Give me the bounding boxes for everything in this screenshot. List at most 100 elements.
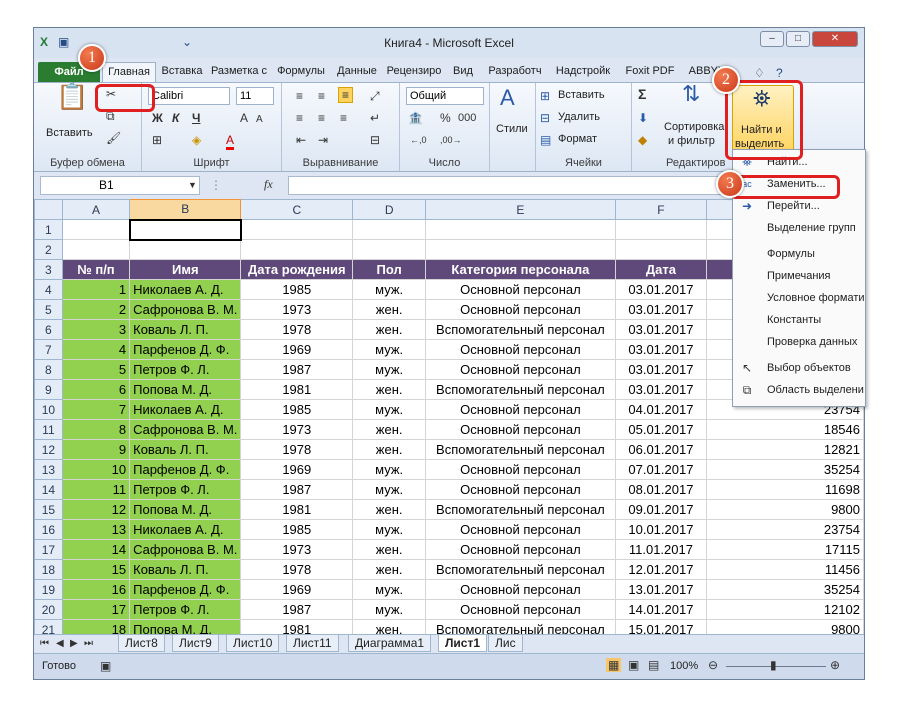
first-sheet-icon[interactable]: ⏮ xyxy=(40,637,49,651)
normal-view-icon[interactable]: ▦ xyxy=(606,658,622,672)
cell[interactable]: 16 xyxy=(61,579,131,600)
paste-icon[interactable]: 📋 xyxy=(56,83,88,109)
cell[interactable]: Основной персонал xyxy=(425,299,616,320)
cell[interactable]: Вспомогательный персонал xyxy=(425,319,616,340)
sheet-tab[interactable]: Лист9 xyxy=(172,635,219,652)
cell[interactable]: 13 xyxy=(61,519,131,540)
cell[interactable]: Коваль Л. П. xyxy=(129,559,242,580)
cell[interactable] xyxy=(425,239,616,260)
cell[interactable] xyxy=(425,219,616,240)
maximize-button[interactable]: □ xyxy=(786,31,810,47)
cell[interactable]: 35254 xyxy=(706,459,864,480)
column-header-e[interactable]: E xyxy=(425,199,616,220)
sheet-tab-active[interactable]: Лист1 xyxy=(438,635,488,652)
table-header-cell[interactable]: Категория персонала xyxy=(425,259,616,280)
tab-insert[interactable]: Вставка xyxy=(158,62,206,82)
cell[interactable] xyxy=(352,219,427,240)
cell[interactable]: 1978 xyxy=(240,439,354,460)
cell[interactable]: 10 xyxy=(61,459,131,480)
format-painter-icon[interactable]: 🖌 xyxy=(106,131,121,145)
menu-item-constants[interactable]: Константы xyxy=(767,310,821,330)
tab-page-layout[interactable]: Разметка с xyxy=(208,62,270,82)
menu-item-goto-special[interactable]: Выделение групп xyxy=(767,218,856,238)
cell[interactable]: 2 xyxy=(61,299,131,320)
cell[interactable]: 1969 xyxy=(240,459,354,480)
cell[interactable]: 1978 xyxy=(240,559,354,580)
column-header-f[interactable]: F xyxy=(614,199,708,220)
insert-cells-icon[interactable]: ⊞ xyxy=(540,89,550,103)
align-top-icon[interactable]: ≡ xyxy=(296,89,303,103)
row-header[interactable]: 8 xyxy=(34,359,63,380)
cell[interactable]: 7 xyxy=(61,399,131,420)
cell[interactable]: Николаев А. Д. xyxy=(129,279,242,300)
cell[interactable]: муж. xyxy=(352,339,427,360)
cell[interactable] xyxy=(614,219,708,240)
macro-record-icon[interactable]: ▣ xyxy=(100,659,111,673)
cell[interactable]: Коваль Л. П. xyxy=(129,319,242,340)
close-button[interactable]: ✕ xyxy=(812,31,858,47)
row-header[interactable]: 11 xyxy=(34,419,63,440)
row-header[interactable]: 1 xyxy=(34,219,63,240)
cell[interactable]: Сафронова В. М. xyxy=(129,299,242,320)
row-header[interactable]: 13 xyxy=(34,459,63,480)
cell[interactable]: 1981 xyxy=(240,379,354,400)
cell[interactable]: жен. xyxy=(352,379,427,400)
cell[interactable]: 07.01.2017 xyxy=(614,459,708,480)
cell[interactable]: Николаев А. Д. xyxy=(129,519,242,540)
name-box-dropdown-icon[interactable]: ▼ xyxy=(188,178,197,192)
cell[interactable]: 1987 xyxy=(240,599,354,620)
page-break-view-icon[interactable]: ▤ xyxy=(648,658,659,672)
table-header-cell[interactable]: Имя xyxy=(129,259,242,280)
cell[interactable] xyxy=(129,239,242,260)
cell[interactable]: 12821 xyxy=(706,439,864,460)
sheet-tab[interactable]: Лист8 xyxy=(118,635,165,652)
tab-view[interactable]: Вид xyxy=(448,62,478,82)
prev-sheet-icon[interactable]: ◀ xyxy=(56,637,64,651)
cell[interactable]: Основной персонал xyxy=(425,519,616,540)
font-name-combo[interactable]: Calibri xyxy=(148,87,230,105)
cell[interactable]: 03.01.2017 xyxy=(614,319,708,340)
cell[interactable]: 1978 xyxy=(240,319,354,340)
cell[interactable]: Основной персонал xyxy=(425,579,616,600)
cell[interactable]: Парфенов Д. Ф. xyxy=(129,339,242,360)
zoom-level[interactable]: 100% xyxy=(670,660,698,672)
cell[interactable]: 04.01.2017 xyxy=(614,399,708,420)
sheet-tab[interactable]: Лист11 xyxy=(286,635,339,652)
align-center-icon[interactable]: ≡ xyxy=(318,111,325,125)
cell[interactable]: муж. xyxy=(352,399,427,420)
cell[interactable]: жен. xyxy=(352,299,427,320)
row-header[interactable]: 9 xyxy=(34,379,63,400)
cell[interactable]: Основной персонал xyxy=(425,419,616,440)
cell[interactable]: Коваль Л. П. xyxy=(129,439,242,460)
cell[interactable]: 23754 xyxy=(706,519,864,540)
menu-item-selection-pane[interactable]: Область выделени xyxy=(767,380,864,400)
cell[interactable]: муж. xyxy=(352,519,427,540)
cell[interactable]: Основной персонал xyxy=(425,279,616,300)
menu-item-formulas[interactable]: Формулы xyxy=(767,244,815,264)
cell[interactable]: 03.01.2017 xyxy=(614,279,708,300)
insert-function-button[interactable]: fx xyxy=(264,177,273,191)
select-all-corner[interactable] xyxy=(34,199,63,220)
cell[interactable]: Основной персонал xyxy=(425,339,616,360)
cell[interactable]: 9 xyxy=(61,439,131,460)
cell[interactable] xyxy=(614,239,708,260)
cell[interactable]: Попова М. Д. xyxy=(129,499,242,520)
cell[interactable]: 14.01.2017 xyxy=(614,599,708,620)
cell[interactable]: жен. xyxy=(352,539,427,560)
tab-home[interactable]: Главная xyxy=(102,62,156,82)
menu-item-goto[interactable]: Перейти... xyxy=(767,196,820,216)
cell[interactable]: Петров Ф. Л. xyxy=(129,359,242,380)
tab-review[interactable]: Рецензиро xyxy=(384,62,444,82)
next-sheet-icon[interactable]: ▶ xyxy=(70,637,78,651)
cell[interactable]: 1987 xyxy=(240,479,354,500)
cell[interactable]: 1973 xyxy=(240,539,354,560)
table-header-cell[interactable]: Дата рождения xyxy=(240,259,354,280)
cell[interactable]: жен. xyxy=(352,319,427,340)
align-left-icon[interactable]: ≡ xyxy=(296,111,303,125)
cell[interactable]: Основной персонал xyxy=(425,399,616,420)
grow-font-button[interactable]: A xyxy=(240,111,248,125)
cell[interactable]: Парфенов Д. Ф. xyxy=(129,459,242,480)
cell[interactable]: жен. xyxy=(352,499,427,520)
column-header-b[interactable]: B xyxy=(129,199,242,220)
cell[interactable]: 1985 xyxy=(240,279,354,300)
